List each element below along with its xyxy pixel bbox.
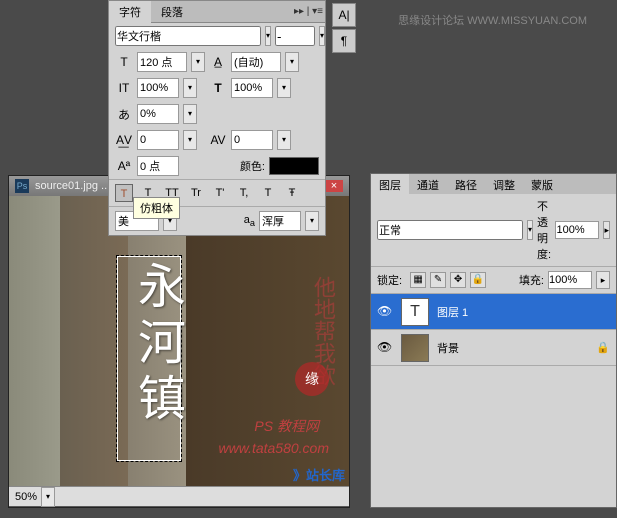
layer-thumb-bg[interactable] — [401, 334, 429, 362]
layer-row-text[interactable]: 👁 T 图层 1 — [371, 294, 616, 330]
tab-channels[interactable]: 通道 — [409, 174, 447, 194]
lock-icon: 🔒 — [596, 341, 610, 354]
tab-layers[interactable]: 图层 — [371, 174, 409, 194]
side-toolbar: A| ¶ — [332, 3, 358, 55]
kerning-icon: A͟V — [115, 131, 133, 149]
font-family-dropdown[interactable]: ▾ — [265, 26, 271, 46]
subscript-button[interactable]: T, — [235, 184, 253, 202]
zoom-level[interactable]: 50% — [15, 491, 37, 503]
tracking-b-icon: AV — [209, 131, 227, 149]
vscale-icon: IT — [115, 79, 133, 97]
canvas[interactable]: 永河镇 他地帮我欲 缘 PS 教程网 www.tata580.com 》站长库 — [9, 196, 349, 486]
faux-bold-button[interactable]: T — [115, 184, 133, 202]
ps-icon: Ps — [15, 179, 29, 193]
tab-mask[interactable]: 蒙版 — [523, 174, 561, 194]
antialias-select[interactable] — [259, 211, 301, 231]
leading-dropdown[interactable]: ▾ — [285, 52, 299, 72]
underline-button[interactable]: T — [259, 184, 277, 202]
layers-panel-tabs: 图层 通道 路径 调整 蒙版 — [371, 174, 616, 194]
tracking-a-icon: あ — [115, 105, 133, 123]
antialias-dropdown[interactable]: ▾ — [305, 211, 319, 231]
lock-transparent-icon[interactable]: ▦ — [410, 272, 426, 288]
tracking-a-input[interactable] — [137, 104, 179, 124]
opacity-input[interactable] — [555, 221, 599, 239]
hscale-dropdown[interactable]: ▾ — [277, 78, 291, 98]
vertical-text-content: 永河镇 — [121, 261, 191, 429]
tab-paths[interactable]: 路径 — [447, 174, 485, 194]
strike-button[interactable]: Ŧ — [283, 184, 301, 202]
lock-icons: ▦ ✎ ✥ 🔒 — [410, 272, 486, 288]
blend-mode-select[interactable] — [377, 220, 523, 240]
tracking-b-dropdown[interactable]: ▾ — [277, 130, 291, 150]
font-style-dropdown[interactable]: ▾ — [319, 26, 325, 46]
text-color-swatch[interactable] — [269, 157, 319, 175]
visibility-icon[interactable]: 👁 — [377, 340, 393, 356]
tab-character[interactable]: 字符 — [109, 1, 151, 23]
font-style-select[interactable] — [275, 26, 315, 46]
color-label: 颜色: — [240, 158, 265, 174]
blend-mode-dropdown[interactable]: ▾ — [527, 220, 533, 240]
document-statusbar: 50% ▾ — [9, 486, 349, 506]
layer-name[interactable]: 图层 1 — [437, 304, 468, 320]
hscale-icon: T — [209, 79, 227, 97]
layer-thumb-text[interactable]: T — [401, 298, 429, 326]
fill-label: 填充: — [519, 272, 544, 288]
superscript-button[interactable]: T' — [211, 184, 229, 202]
font-size-dropdown[interactable]: ▾ — [191, 52, 205, 72]
tab-paragraph[interactable]: 段落 — [151, 1, 193, 23]
hscale-input[interactable] — [231, 78, 273, 98]
leading-input[interactable] — [231, 52, 281, 72]
vscale-input[interactable] — [137, 78, 179, 98]
lock-all-icon[interactable]: 🔒 — [470, 272, 486, 288]
text-orient-icon[interactable]: A| — [332, 3, 356, 27]
vscale-dropdown[interactable]: ▾ — [183, 78, 197, 98]
baseline-icon: Aª — [115, 157, 133, 175]
baseline-input[interactable] — [137, 156, 179, 176]
font-size-input[interactable] — [137, 52, 187, 72]
fill-input[interactable] — [548, 271, 592, 289]
visibility-icon[interactable]: 👁 — [377, 304, 393, 320]
opacity-label: 不透明度: — [537, 198, 551, 262]
faux-bold-tooltip: 仿粗体 — [133, 197, 180, 219]
tab-adjust[interactable]: 调整 — [485, 174, 523, 194]
tracking-a-dropdown[interactable]: ▾ — [183, 104, 197, 124]
close-icon[interactable]: × — [325, 180, 343, 192]
lock-pixels-icon[interactable]: ✎ — [430, 272, 446, 288]
document-title: source01.jpg ... — [35, 180, 110, 192]
seal-stamp: 缘 — [295, 362, 329, 396]
font-size-icon: T — [115, 53, 133, 71]
font-family-select[interactable] — [115, 26, 261, 46]
layer-row-background[interactable]: 👁 背景 🔒 — [371, 330, 616, 366]
site-watermark: 思缘设计论坛 WWW.MISSYUAN.COM — [398, 12, 587, 28]
layers-panel: 图层 通道 路径 调整 蒙版 ▾ 不透明度: ▸ 锁定: ▦ ✎ ✥ 🔒 填充:… — [370, 173, 617, 508]
lock-label: 锁定: — [377, 272, 402, 288]
kerning-dropdown[interactable]: ▾ — [183, 130, 197, 150]
layer-name[interactable]: 背景 — [437, 340, 459, 356]
panel-menu-icon[interactable]: ▸▸ | ▾≡ — [294, 6, 323, 17]
layer-list: 👁 T 图层 1 👁 背景 🔒 — [371, 294, 616, 366]
zoom-dropdown[interactable]: ▾ — [41, 487, 55, 507]
tracking-b-input[interactable] — [231, 130, 273, 150]
leading-icon: A̲ — [209, 53, 227, 71]
paragraph-icon[interactable]: ¶ — [332, 29, 356, 53]
lock-position-icon[interactable]: ✥ — [450, 272, 466, 288]
kerning-input[interactable] — [137, 130, 179, 150]
watermark-line1: PS 教程网 — [254, 416, 319, 436]
watermark-corner: 》站长库 — [293, 465, 345, 484]
antialias-icon: aa — [244, 214, 255, 228]
opacity-arrow[interactable]: ▸ — [603, 221, 610, 239]
fill-arrow[interactable]: ▸ — [596, 271, 610, 289]
watermark-line2: www.tata580.com — [219, 440, 330, 456]
panel-tabs: 字符 段落 ▸▸ | ▾≡ — [109, 1, 325, 23]
smallcaps-button[interactable]: Tr — [187, 184, 205, 202]
